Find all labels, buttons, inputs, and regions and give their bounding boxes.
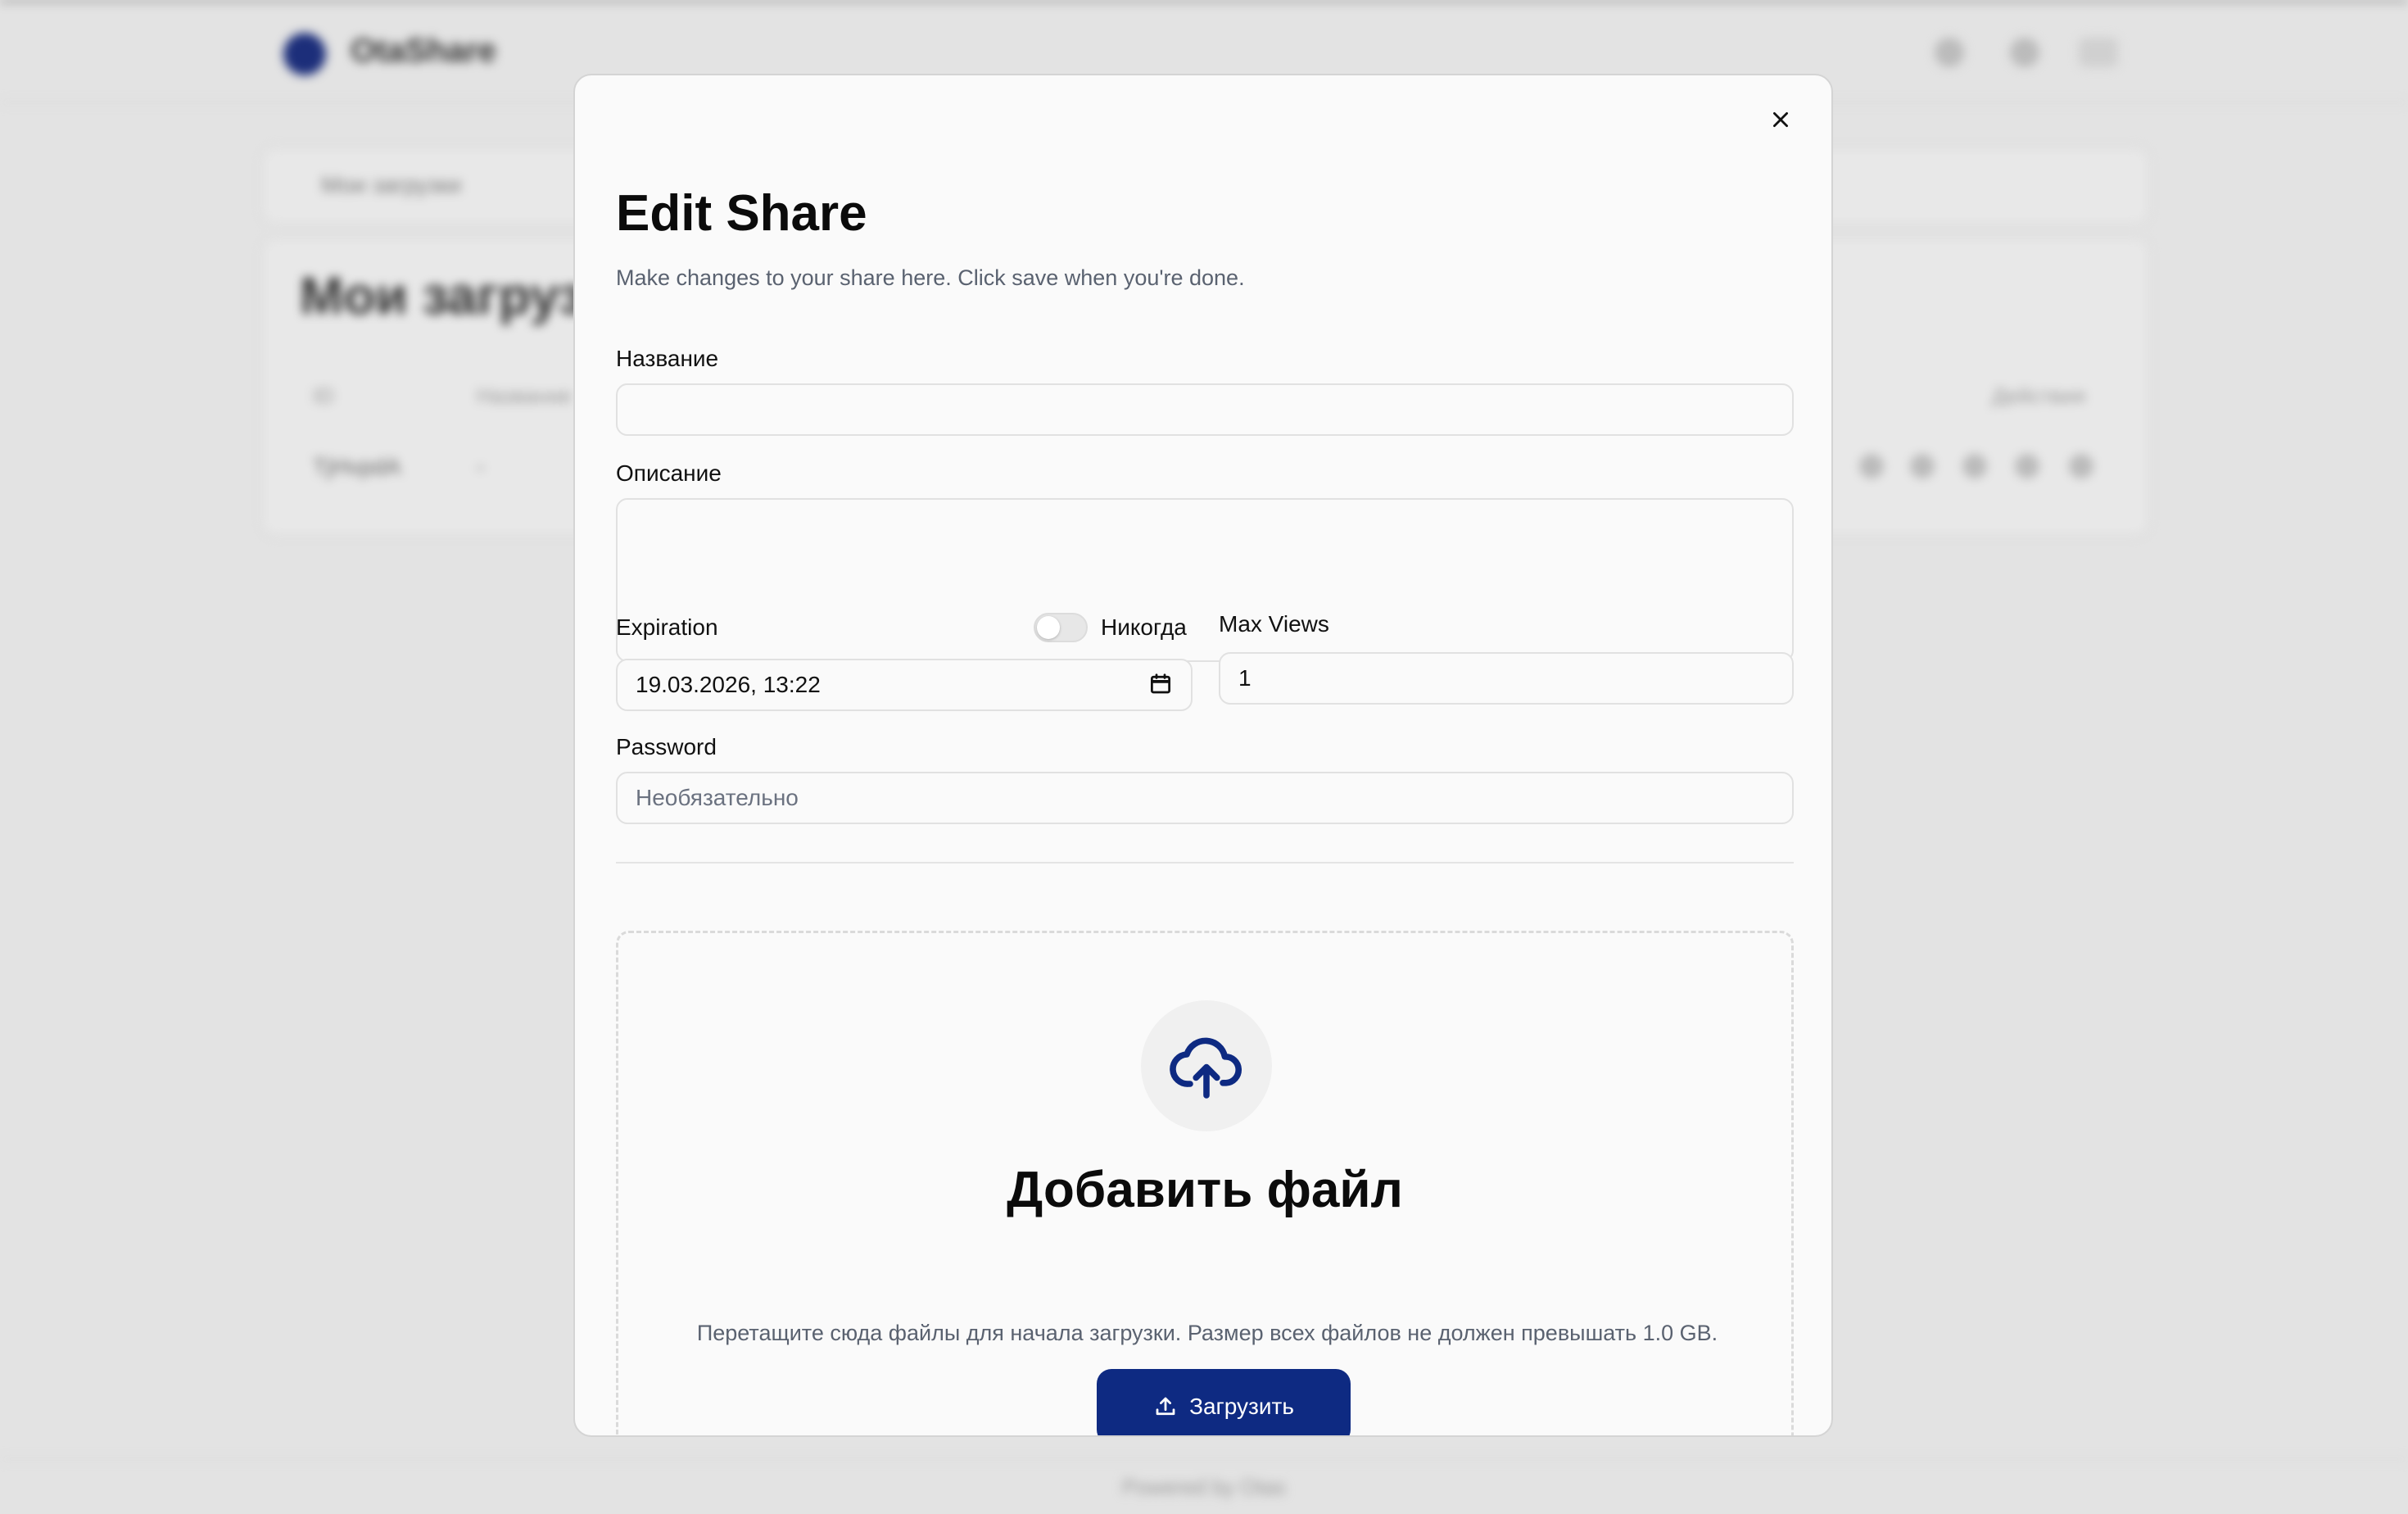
upload-icon <box>1156 1397 1175 1416</box>
upload-label: Загрузить <box>1189 1394 1294 1419</box>
app-logo <box>283 33 326 75</box>
description-label: Описание <box>616 460 722 486</box>
footer-text: Powered by Otas <box>1122 1475 1286 1499</box>
row-action-icon <box>1910 454 1935 478</box>
column-actions: Действия <box>1992 383 2085 408</box>
dropzone-text: Перетащите сюда файлы для начала загрузк… <box>696 1321 1718 1345</box>
row-action-icon <box>1962 454 1987 478</box>
max-views-label: Max Views <box>1219 611 1329 637</box>
max-views-input[interactable] <box>1219 652 1794 705</box>
dialog-description: Make changes to your share here. Click s… <box>616 265 1245 290</box>
expiration-label: Expiration <box>616 614 718 640</box>
password-label: Password <box>616 734 717 759</box>
column-name: Название <box>477 383 573 408</box>
cloud-upload-badge <box>1141 1000 1272 1131</box>
row-action-icon <box>1859 454 1884 478</box>
cloud-upload-icon <box>1170 1037 1242 1099</box>
user-menu-icon <box>2079 38 2118 67</box>
close-icon <box>1773 112 1788 127</box>
tab-my-uploads: Мои загрузки <box>321 172 462 197</box>
divider <box>616 862 1794 864</box>
edit-share-dialog: Edit Share Make changes to your share he… <box>573 74 1833 1437</box>
name-label: Название <box>616 346 719 371</box>
column-id: ID <box>313 383 334 408</box>
never-toggle[interactable] <box>1034 613 1088 642</box>
link-icon <box>2010 38 2039 67</box>
row-name: - <box>477 454 485 479</box>
row-id: TjHvpdA <box>313 454 401 479</box>
calendar-icon[interactable] <box>1148 672 1173 696</box>
app-name: OtaShare <box>351 33 496 69</box>
dropzone-title: Добавить файл <box>1007 1162 1403 1218</box>
app-footer: Powered by Otas <box>0 1458 2408 1514</box>
expiration-input[interactable]: 19.03.2026, 13:22 <box>616 659 1193 711</box>
file-dropzone[interactable]: Добавить файл Перетащите сюда файлы для … <box>616 931 1794 1435</box>
row-action-icon <box>2015 454 2039 478</box>
close-button[interactable] <box>1758 97 1804 143</box>
password-input[interactable] <box>616 772 1794 824</box>
language-icon <box>1935 38 1964 67</box>
expiration-value: 19.03.2026, 13:22 <box>636 672 821 697</box>
name-input[interactable] <box>616 383 1794 436</box>
upload-button[interactable]: Загрузить <box>1097 1369 1351 1435</box>
description-textarea[interactable] <box>616 498 1794 662</box>
toggle-knob <box>1037 616 1060 639</box>
never-label: Никогда <box>1101 614 1187 640</box>
row-action-icon <box>2069 454 2093 478</box>
dialog-title: Edit Share <box>616 185 867 242</box>
